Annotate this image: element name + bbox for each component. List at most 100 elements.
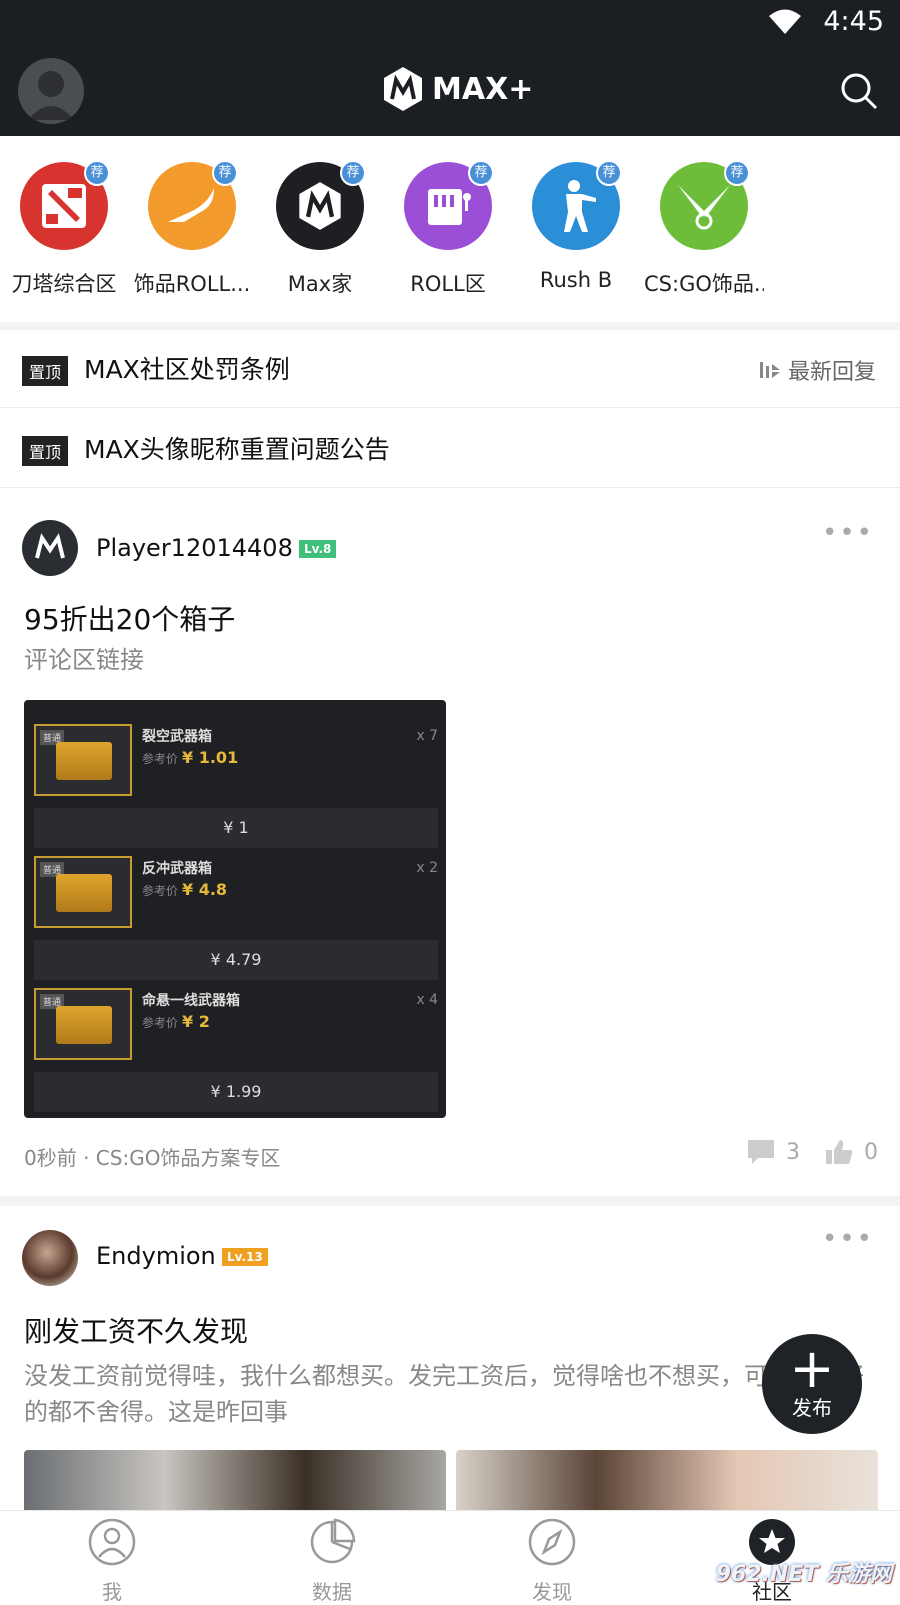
plus-icon: + [789,1337,835,1400]
sort-icon [759,362,780,378]
pinned-post[interactable]: 置顶 MAX社区处罚条例 最新回复 [0,330,900,408]
tab-discover[interactable]: 发现 [492,1517,612,1605]
wifi-icon [769,9,801,34]
post-photo[interactable] [24,1450,446,1510]
pie-chart-icon [310,1518,356,1564]
person-icon [88,1518,136,1566]
more-options-icon[interactable]: ••• [822,518,874,548]
post-image-crate-list[interactable]: 普通 裂空武器箱 参考价 ¥ 1.01 x 7 ¥ 1 普通 反冲武器箱 参考价 ¥… [24,700,446,1118]
community-roll[interactable]: 荐 ROLL区 [388,160,508,298]
post-title[interactable]: 95折出20个箱子 [24,598,235,638]
sale-price: ¥ 1 [34,808,438,848]
search-icon[interactable] [840,72,878,110]
quantity: x 7 [416,728,438,744]
comment-count: 3 [786,1139,800,1165]
app-logo: MAX+ [382,66,533,112]
top-app-bar: MAX+ [0,46,900,136]
pinned-post[interactable]: 置顶 MAX头像昵称重置问题公告 [0,410,900,488]
reference-price: 参考价 ¥ 2 [142,1012,210,1031]
post-title[interactable]: 刚发工资不久发现 [24,1310,248,1350]
reference-price: 参考价 ¥ 4.8 [142,880,227,899]
pinned-tag: 置顶 [22,436,69,466]
dota-icon: 荐 [20,160,110,250]
reference-value: ¥ 2 [182,1012,210,1031]
crate-name: 裂空武器箱 [142,729,212,745]
tab-label: 数据 [312,1580,352,1604]
quantity: x 4 [416,992,438,1008]
section-divider [0,322,900,330]
pinned-tag: 置顶 [22,356,69,386]
comment-icon[interactable] [746,1138,776,1166]
reference-label: 参考价 [142,884,179,898]
logo-text: MAX+ [432,71,534,107]
compass-icon [528,1518,576,1566]
publish-label: 发布 [792,1396,832,1420]
section-divider [0,1196,900,1206]
watermark-logo: 962.NET 乐游网 [715,1562,892,1587]
knives-icon: 荐 [660,160,750,250]
user-avatar-button[interactable] [18,58,84,124]
community-rush-b[interactable]: 荐 Rush B [516,160,636,292]
clock: 4:45 [823,6,884,37]
level-badge: Lv.13 [222,1248,268,1266]
crate-item: 普通 裂空武器箱 参考价 ¥ 1.01 x 7 ¥ 1 [32,724,442,850]
post-meta: 0秒前 · CS:GO饰品方案专区 [24,1146,281,1170]
reference-label: 参考价 [142,752,179,766]
community-skin-roll[interactable]: 荐 饰品ROLL... [132,160,252,298]
crate-name: 命悬一线武器箱 [142,993,240,1009]
recommend-badge: 荐 [340,160,366,186]
avatar[interactable] [22,1230,78,1286]
crate-name: 反冲武器箱 [142,861,212,877]
post-photo[interactable] [456,1450,878,1510]
tab-me[interactable]: 我 [52,1517,172,1605]
community-dota[interactable]: 荐 刀塔综合区 [4,160,124,298]
crate-icon [56,742,112,780]
community-label: Rush B [539,268,613,292]
recommend-badge: 荐 [84,160,110,186]
max-logo-icon [35,533,65,559]
username[interactable]: Endymion [96,1242,216,1270]
reference-value: ¥ 4.8 [182,880,228,899]
post-body[interactable]: 没发工资前觉得哇，我什么都想买。发完工资后，觉得啥也不想买，可能吃顿好的都不舍得… [24,1358,874,1430]
scythe-icon: 荐 [148,160,238,250]
quantity: x 2 [416,860,438,876]
sale-price: ¥ 1.99 [34,1072,438,1112]
soldier-icon: 荐 [532,160,622,250]
thumbs-up-icon[interactable] [824,1138,854,1166]
crate-item: 普通 反冲武器箱 参考价 ¥ 4.8 x 2 ¥ 4.79 [32,856,442,982]
reference-price: 参考价 ¥ 1.01 [142,748,238,767]
post-body[interactable]: 评论区链接 [24,642,874,678]
avatar[interactable] [22,520,78,576]
crate-icon [56,874,112,912]
max-logo-icon: 荐 [276,160,366,250]
community-label: 刀塔综合区 [11,272,117,296]
post-stats: 3 0 [746,1138,878,1166]
default-avatar-icon [28,71,74,120]
community-csgo-skins[interactable]: 荐 CS:GO饰品... [644,160,764,298]
max-logo-icon [384,67,422,111]
crate-icon [56,1006,112,1044]
reference-label: 参考价 [142,1016,179,1030]
like-count: 0 [864,1139,878,1165]
sale-price: ¥ 4.79 [34,940,438,980]
crate-thumbnail: 普通 [34,856,132,928]
reference-value: ¥ 1.01 [182,748,239,767]
tab-label: 我 [102,1580,122,1604]
community-shortcuts: 荐 刀塔综合区 荐 饰品ROLL... 荐 Max家 荐 ROLL区 荐 Rus… [0,136,900,322]
community-label: Max家 [287,272,353,296]
more-options-icon[interactable]: ••• [822,1224,874,1254]
post-images [24,1450,878,1510]
level-badge: Lv.8 [299,540,337,558]
recommend-badge: 荐 [724,160,750,186]
pinned-title: MAX头像昵称重置问题公告 [84,435,390,464]
pinned-title: MAX社区处罚条例 [84,355,290,384]
tab-data[interactable]: 数据 [272,1517,392,1605]
slot-machine-icon: 荐 [404,160,494,250]
community-max-home[interactable]: 荐 Max家 [260,160,380,298]
username[interactable]: Player12014408 [96,534,293,562]
tab-label: 发现 [532,1580,572,1604]
sort-label: 最新回复 [787,360,876,385]
publish-button[interactable]: + 发布 [762,1334,862,1434]
recommend-badge: 荐 [212,160,238,186]
sort-button[interactable]: 最新回复 [758,354,876,386]
